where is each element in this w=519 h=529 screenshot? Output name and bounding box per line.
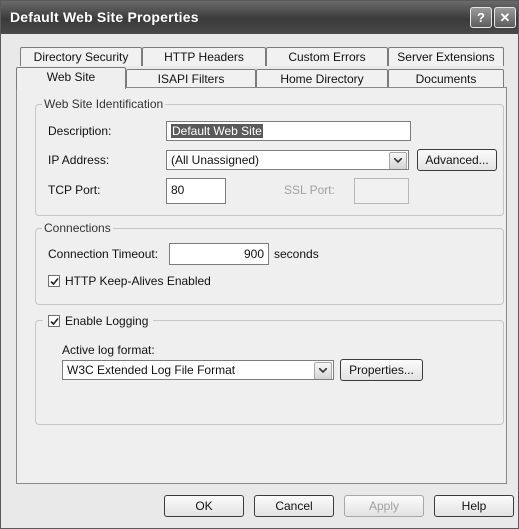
tab-label: Server Extensions xyxy=(397,50,495,64)
check-icon xyxy=(50,317,59,326)
tab-home-directory[interactable]: Home Directory xyxy=(256,69,388,88)
description-label: Description: xyxy=(48,124,112,138)
keepalive-checkbox[interactable] xyxy=(48,275,60,287)
tab-label: Custom Errors xyxy=(288,50,366,64)
check-icon xyxy=(50,277,59,286)
ip-address-dropdown[interactable]: (All Unassigned) xyxy=(166,150,409,170)
ssl-port-label: SSL Port: xyxy=(284,183,335,197)
advanced-button[interactable]: Advanced... xyxy=(417,149,497,171)
apply-button[interactable]: Apply xyxy=(344,495,424,517)
tab-server-extensions[interactable]: Server Extensions xyxy=(388,47,504,66)
help-title-button[interactable]: ? xyxy=(470,7,492,28)
tab-isapi-filters[interactable]: ISAPI Filters xyxy=(126,69,256,88)
ssl-port-input[interactable] xyxy=(354,178,409,204)
connection-timeout-label: Connection Timeout: xyxy=(48,247,159,261)
tab-http-headers[interactable]: HTTP Headers xyxy=(142,47,266,66)
log-format-dropdown[interactable]: W3C Extended Log File Format xyxy=(62,360,334,380)
cancel-button[interactable]: Cancel xyxy=(254,495,334,517)
keepalive-label: HTTP Keep-Alives Enabled xyxy=(65,274,211,288)
connections-group: Connections xyxy=(35,221,504,305)
tab-label: ISAPI Filters xyxy=(157,72,225,86)
tab-documents[interactable]: Documents xyxy=(388,69,504,88)
tab-label: HTTP Headers xyxy=(164,50,244,64)
connection-timeout-input[interactable]: 900 xyxy=(169,243,269,265)
close-icon: ✕ xyxy=(499,10,511,25)
tab-label: Web Site xyxy=(46,70,96,84)
tab-custom-errors[interactable]: Custom Errors xyxy=(266,47,388,66)
group-label: Web Site Identification xyxy=(42,97,166,111)
ok-button[interactable]: OK xyxy=(164,495,244,517)
properties-dialog: Default Web Site Properties ? ✕ Director… xyxy=(0,0,519,529)
tab-directory-security[interactable]: Directory Security xyxy=(20,47,142,66)
ip-address-label: IP Address: xyxy=(48,153,110,167)
tab-web-site[interactable]: Web Site xyxy=(16,67,126,89)
group-label: Connections xyxy=(42,221,113,235)
properties-button[interactable]: Properties... xyxy=(340,359,423,381)
tab-label: Directory Security xyxy=(33,50,129,64)
chevron-down-icon[interactable] xyxy=(314,362,332,379)
tab-label: Documents xyxy=(415,72,477,86)
description-input[interactable]: Default Web Site xyxy=(166,121,411,141)
title-bar[interactable]: Default Web Site Properties ? ✕ xyxy=(1,1,518,34)
close-title-button[interactable]: ✕ xyxy=(494,7,516,28)
enable-logging-label: Enable Logging xyxy=(65,314,149,328)
tab-label: Home Directory xyxy=(280,72,364,86)
ip-address-value: (All Unassigned) xyxy=(171,153,260,167)
question-icon: ? xyxy=(477,10,485,25)
log-format-value: W3C Extended Log File Format xyxy=(67,363,236,377)
enable-logging-checkbox[interactable] xyxy=(48,315,60,327)
description-value: Default Web Site xyxy=(171,124,263,138)
tcp-port-label: TCP Port: xyxy=(48,183,101,197)
help-button[interactable]: Help xyxy=(434,495,514,517)
timeout-unit-label: seconds xyxy=(274,247,319,261)
tcp-port-input[interactable]: 80 xyxy=(166,178,226,204)
window-title: Default Web Site Properties xyxy=(10,9,199,25)
active-log-format-label: Active log format: xyxy=(62,343,155,357)
web-site-tab-page: Web Site Identification Description: Def… xyxy=(16,87,507,484)
chevron-down-icon[interactable] xyxy=(389,152,407,169)
